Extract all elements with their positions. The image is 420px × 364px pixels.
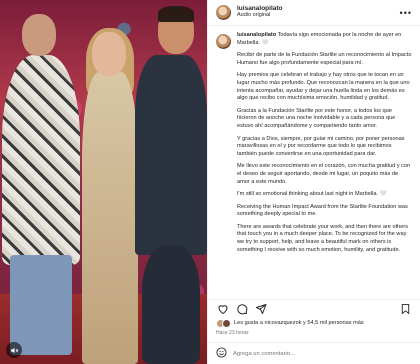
post-side-panel: luisanalopilato Audio original ••• luisa…: [207, 0, 420, 364]
person-left-head: [22, 14, 56, 56]
person-left-jeans: [10, 255, 72, 355]
share-icon[interactable]: [254, 302, 267, 315]
comment-input[interactable]: [233, 350, 412, 357]
caption-paragraph: Receiving the Human Impact Award from th…: [237, 203, 408, 218]
person-left-shirt: [2, 55, 80, 265]
caption-paragraph: Gracias a la Fundación Starlite por este…: [237, 107, 396, 129]
speaker-muted-icon[interactable]: [6, 342, 22, 358]
caption-avatar[interactable]: [216, 34, 231, 49]
caption-scroll-area[interactable]: luisanalopilato Todavía sigo emocionada …: [208, 28, 420, 299]
audio-label[interactable]: Audio original: [237, 12, 400, 19]
emoji-icon[interactable]: [216, 345, 227, 363]
comment-icon[interactable]: [235, 302, 248, 315]
liker-avatar: [222, 318, 231, 328]
person-right-trousers: [142, 245, 200, 364]
post-header: luisanalopilato Audio original •••: [208, 0, 420, 26]
caption-paragraph: I'm still so emotional thinking about la…: [237, 191, 387, 198]
bookmark-icon[interactable]: [399, 302, 412, 315]
person-center-dress: [82, 72, 138, 364]
caption-username[interactable]: luisanalopilato: [237, 32, 276, 38]
likes-text: Les gusta a nicovazquezok y 54,5 mil per…: [234, 320, 364, 326]
caption-paragraph: There are awards that celebrate your wor…: [237, 223, 409, 253]
action-bar: [208, 299, 420, 317]
heart-icon[interactable]: [216, 302, 229, 315]
caption-paragraph: Y gracias a Dios, siempre, por guiar mi …: [237, 135, 405, 157]
likes-row[interactable]: Les gusta a nicovazquezok y 54,5 mil per…: [216, 317, 412, 329]
caption-paragraph: Me llevo este reconocimiento en el coraz…: [237, 163, 411, 185]
person-right-suit: [135, 55, 207, 255]
comment-bar: [208, 342, 420, 364]
person-center-head: [92, 32, 126, 76]
post-photo[interactable]: [0, 0, 207, 364]
caption-paragraph: Hay premios que celebran el trabajo y ha…: [237, 72, 410, 102]
caption-paragraph: Recibir de parte de la Fundación Starlit…: [237, 52, 412, 66]
avatar[interactable]: [216, 5, 231, 20]
post-timestamp[interactable]: Hace 23 horas: [216, 330, 249, 336]
caption-text: luisanalopilato Todavía sigo emocionada …: [237, 32, 412, 259]
person-right-hair: [158, 6, 194, 22]
more-options-icon[interactable]: •••: [400, 8, 412, 18]
